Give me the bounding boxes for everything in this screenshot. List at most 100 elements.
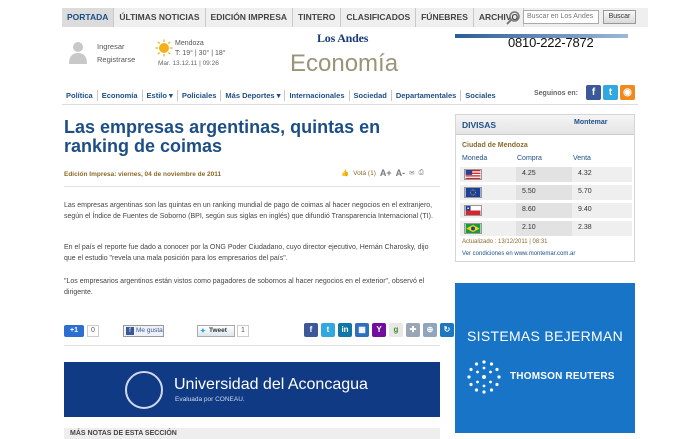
search-input[interactable]: Buscar en Los Andes xyxy=(523,10,599,24)
article-headline: Las empresas argentinas, quintas en rank… xyxy=(64,117,381,156)
vote-link[interactable]: Votá (1) xyxy=(353,170,376,177)
share-row: +1 0 f Me gusta ✦ Tweet 1 f t in ▦ Y g ✚ ⊕… xyxy=(64,323,471,341)
usd-compra: 4.25 xyxy=(522,170,536,177)
register-link[interactable]: Registrarse xyxy=(97,53,135,66)
stumble-share-icon[interactable]: ↻ xyxy=(440,323,454,337)
divisas-city: Ciudad de Mendoza xyxy=(462,142,528,149)
university-name: Universidad del Aconcagua xyxy=(174,376,368,393)
ad-title: SISTEMAS BEJERMAN xyxy=(467,328,624,344)
thomson-reuters-logo-icon xyxy=(467,360,501,394)
currency-row: 2.10 2.38 xyxy=(460,221,632,236)
eur-venta: 5.70 xyxy=(578,188,592,195)
divisas-updated: Actualizado : 13/12/2011 | 08:31 xyxy=(462,239,548,245)
meta-divider xyxy=(64,186,440,187)
font-decrease-icon[interactable]: A- xyxy=(396,168,406,178)
google-share-icon[interactable]: g xyxy=(389,323,403,337)
search-icon[interactable] xyxy=(505,10,521,26)
top-nav-ultimas-noticias[interactable]: ÚLTIMAS NOTICIAS xyxy=(114,8,206,27)
gplus-button[interactable]: +1 xyxy=(64,325,84,337)
tweet-label: Tweet xyxy=(209,327,227,334)
site-logo[interactable]: Los Andes xyxy=(317,31,368,46)
nav-estilo-label: Estilo xyxy=(146,90,167,100)
clp-venta: 9.40 xyxy=(578,206,592,213)
top-nav-portada[interactable]: PORTADA xyxy=(62,8,115,27)
delicious-share-icon[interactable]: ▦ xyxy=(355,323,369,337)
article-tools: 👍 Votá (1) A+ A- ✉ ⎙ xyxy=(341,168,424,178)
phone-number: 0810-222-7872 xyxy=(508,35,594,50)
twitter-bird-icon: ✦ xyxy=(200,328,206,335)
nav-divider xyxy=(62,104,638,105)
university-ad-banner[interactable]: Universidad del Aconcagua Evaluada por C… xyxy=(64,362,440,417)
divisas-header: DIVISAS Montemar xyxy=(456,115,634,135)
facebook-icon: f xyxy=(126,327,134,335)
nav-estilo[interactable]: Estilo ▾ xyxy=(143,89,178,101)
divisas-title: DIVISAS xyxy=(462,120,497,130)
facebook-share-icon[interactable]: f xyxy=(304,323,318,337)
montemar-logo[interactable]: Montemar xyxy=(574,119,607,126)
clp-compra: 8.60 xyxy=(522,206,536,213)
section-title: Economía xyxy=(290,50,399,77)
email-icon[interactable]: ✉ xyxy=(409,169,414,177)
nav-sociales[interactable]: Sociales xyxy=(461,90,499,101)
weather-city[interactable]: Mendoza xyxy=(175,39,226,49)
font-increase-icon[interactable]: A+ xyxy=(380,168,392,178)
chile-flag-icon xyxy=(464,205,482,216)
top-nav-funebres[interactable]: FÚNEBRES xyxy=(416,8,474,27)
chevron-down-icon: ▾ xyxy=(169,90,173,100)
article-paragraph: En el país el reporte fue dado a conocer… xyxy=(64,244,429,262)
tweet-count: 1 xyxy=(237,325,249,337)
digg-share-icon[interactable]: ⊕ xyxy=(423,323,437,337)
top-nav-clasificados[interactable]: CLASIFICADOS xyxy=(341,8,417,27)
nav-mas-deportes-label: Más Deportes xyxy=(225,90,275,100)
nav-mas-deportes[interactable]: Más Deportes ▾ xyxy=(221,89,286,101)
top-nav-edicion-impresa[interactable]: EDICIÓN IMPRESA xyxy=(206,8,294,27)
nav-internacionales[interactable]: Internacionales xyxy=(285,89,350,101)
yahoo-share-icon[interactable]: Y xyxy=(372,323,386,337)
currency-row: 8.60 9.40 xyxy=(460,203,632,218)
share-divider xyxy=(64,345,440,346)
nav-departamentales[interactable]: Departamentales xyxy=(392,89,462,101)
divisas-widget: DIVISAS Montemar Ciudad de Mendoza Moned… xyxy=(455,114,635,262)
follow-label: Seguinos en: xyxy=(534,90,578,97)
eu-flag-icon xyxy=(464,187,482,198)
brl-compra: 2.10 xyxy=(522,224,536,231)
currency-row: 5.50 5.70 xyxy=(460,185,632,200)
currency-row: 4.25 4.32 xyxy=(460,167,632,182)
gplus-count: 0 xyxy=(87,325,99,337)
rss-icon[interactable]: ◉ xyxy=(620,85,635,100)
sun-icon xyxy=(155,39,173,57)
nav-economia[interactable]: Economía xyxy=(98,89,143,101)
twitter-share-icon[interactable]: t xyxy=(321,323,335,337)
nav-politica[interactable]: Política xyxy=(62,89,98,101)
top-nav-tintero[interactable]: TINTERO xyxy=(293,8,342,27)
university-seal-icon xyxy=(125,371,163,409)
tweet-button[interactable]: ✦ Tweet xyxy=(197,325,235,337)
twitter-icon[interactable]: t xyxy=(603,85,618,100)
linkedin-share-icon[interactable]: in xyxy=(338,323,352,337)
weather-date: Mar. 13.12.11 | 09:26 xyxy=(158,60,219,67)
thumbs-up-icon[interactable]: 👍 xyxy=(341,169,349,177)
facebook-like-button[interactable]: f Me gusta xyxy=(123,325,164,337)
column-moneda: Moneda xyxy=(462,155,488,162)
chevron-down-icon: ▾ xyxy=(276,90,281,100)
share-icons: f t in ▦ Y g ✚ ⊕ ↻ ▣ xyxy=(304,323,471,337)
column-venta: Venta xyxy=(573,155,591,162)
divisas-more-link[interactable]: Ver condiciones en www.montemar.com.ar xyxy=(462,251,575,257)
more-notes-header: MÁS NOTAS DE ESTA SECCIÓN xyxy=(64,428,440,439)
login-link[interactable]: Ingresar xyxy=(97,40,135,53)
login-links: Ingresar Registrarse xyxy=(97,40,135,66)
nav-sociedad[interactable]: Sociedad xyxy=(350,89,392,101)
bejerman-ad-banner[interactable]: SISTEMAS BEJERMAN THOMSON REUTERS xyxy=(455,283,635,433)
weather-widget: Mendoza T: 19° | 30° | 18° xyxy=(175,39,226,59)
search-button[interactable]: Buscar xyxy=(603,10,636,24)
print-icon[interactable]: ⎙ xyxy=(419,169,424,177)
brl-venta: 2.38 xyxy=(578,224,592,231)
column-compra: Compra xyxy=(517,155,542,162)
nav-policiales[interactable]: Policiales xyxy=(178,89,222,101)
article-meta: Edición Impresa: viernes, 04 de noviembr… xyxy=(64,171,222,178)
article-paragraph: "Los empresarios argentinos están vistos… xyxy=(64,278,425,296)
usa-flag-icon xyxy=(464,169,482,180)
myspace-share-icon[interactable]: ✚ xyxy=(406,323,420,337)
user-avatar-icon xyxy=(69,42,87,64)
facebook-icon[interactable]: f xyxy=(586,85,601,100)
